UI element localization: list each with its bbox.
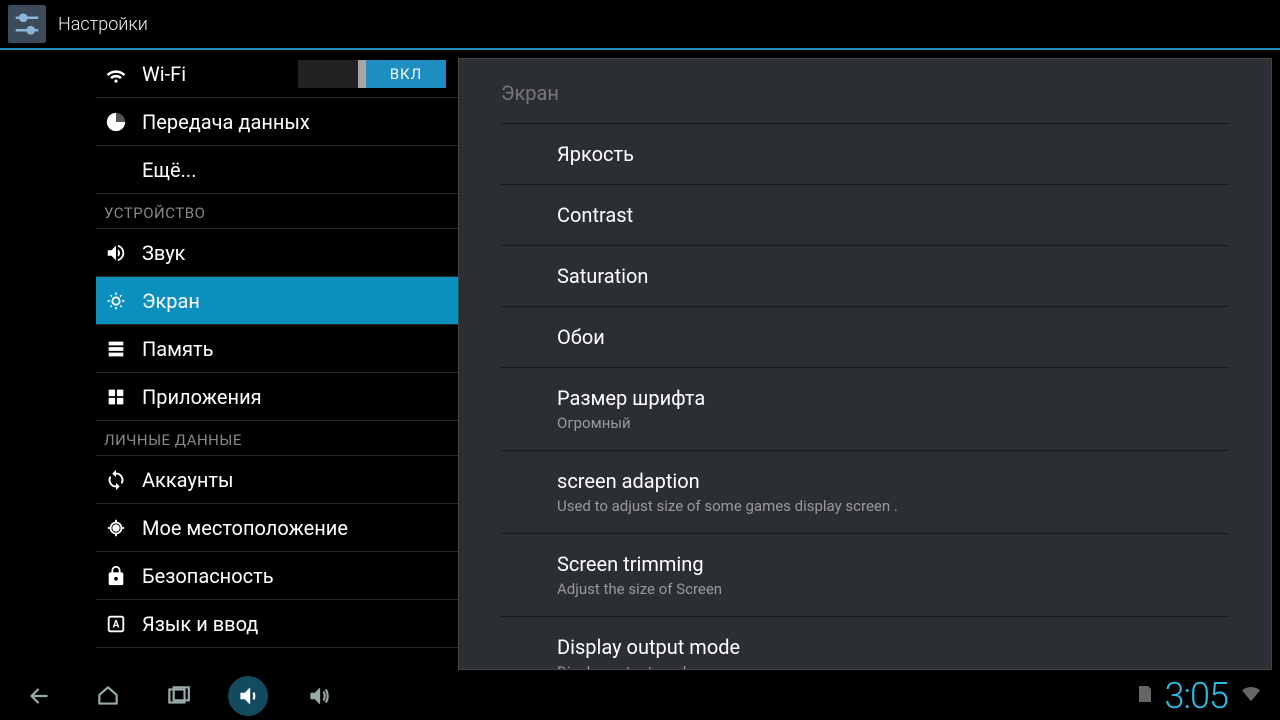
recent-button[interactable] bbox=[158, 676, 198, 716]
sound-icon bbox=[104, 241, 128, 265]
detail-item-adaption[interactable]: screen adaption Used to adjust size of s… bbox=[501, 451, 1229, 534]
blank-icon bbox=[104, 158, 128, 182]
home-button[interactable] bbox=[88, 676, 128, 716]
sync-icon bbox=[104, 468, 128, 492]
sidebar-item-label: Экран bbox=[142, 289, 450, 313]
sidebar-item-apps[interactable]: Приложения bbox=[96, 373, 458, 421]
detail-item-title: Display output mode bbox=[557, 635, 1173, 659]
sidebar-item-label: Передача данных bbox=[142, 110, 450, 134]
toggle-knob: ВКЛ bbox=[366, 60, 446, 88]
volume-down-button[interactable] bbox=[228, 676, 268, 716]
navigation-bar: 3:05 bbox=[0, 672, 1280, 720]
detail-item-output[interactable]: Display output mode Display output mode bbox=[501, 617, 1229, 670]
status-area[interactable]: 3:05 bbox=[1137, 675, 1270, 717]
detail-header: Экран bbox=[501, 59, 1229, 124]
detail-item-title: Screen trimming bbox=[557, 552, 1173, 576]
detail-item-trimming[interactable]: Screen trimming Adjust the size of Scree… bbox=[501, 534, 1229, 617]
data-usage-icon bbox=[104, 110, 128, 134]
detail-item-sub: Display output mode bbox=[557, 663, 1173, 670]
sidebar-item-label: Мое местоположение bbox=[142, 516, 450, 540]
detail-item-title: Размер шрифта bbox=[557, 386, 1173, 410]
sidebar-item-label: Язык и ввод bbox=[142, 612, 450, 636]
wifi-status-icon bbox=[1240, 685, 1262, 707]
detail-item-sub: Огромный bbox=[557, 414, 1173, 432]
sidebar-item-display[interactable]: Экран bbox=[96, 277, 458, 325]
detail-item-title: Saturation bbox=[557, 264, 1173, 288]
sidebar-item-label: Ещё... bbox=[142, 158, 450, 182]
sidebar-item-language[interactable]: A Язык и ввод bbox=[96, 600, 458, 648]
sidebar-item-label: Wi-Fi bbox=[142, 62, 284, 86]
sidebar-item-label: Звук bbox=[142, 241, 450, 265]
detail-item-contrast[interactable]: Contrast bbox=[501, 185, 1229, 246]
wifi-toggle[interactable]: ВКЛ bbox=[298, 60, 446, 88]
language-icon: A bbox=[104, 612, 128, 636]
sidebar-item-security[interactable]: Безопасность bbox=[96, 552, 458, 600]
sidebar-item-storage[interactable]: Память bbox=[96, 325, 458, 373]
app-title: Настройки bbox=[58, 14, 148, 35]
sidebar-item-sound[interactable]: Звук bbox=[96, 229, 458, 277]
settings-sidebar: Wi-Fi ВКЛ Передача данных Ещё... УСТРОЙС… bbox=[0, 50, 458, 670]
settings-app-icon bbox=[8, 5, 46, 43]
clock: 3:05 bbox=[1165, 675, 1228, 717]
section-device: УСТРОЙСТВО bbox=[96, 194, 458, 229]
sidebar-item-label: Безопасность bbox=[142, 564, 450, 588]
sidebar-item-location[interactable]: Мое местоположение bbox=[96, 504, 458, 552]
detail-item-title: Обои bbox=[557, 325, 1173, 349]
svg-text:A: A bbox=[113, 619, 120, 630]
back-button[interactable] bbox=[18, 676, 58, 716]
sidebar-item-label: Память bbox=[142, 337, 450, 361]
apps-icon bbox=[104, 385, 128, 409]
detail-item-wallpaper[interactable]: Обои bbox=[501, 307, 1229, 368]
detail-item-title: screen adaption bbox=[557, 469, 1173, 493]
display-icon bbox=[104, 289, 128, 313]
section-personal: ЛИЧНЫЕ ДАННЫЕ bbox=[96, 421, 458, 456]
detail-item-brightness[interactable]: Яркость bbox=[501, 124, 1229, 185]
detail-item-title: Contrast bbox=[557, 203, 1173, 227]
sidebar-item-data[interactable]: Передача данных bbox=[96, 98, 458, 146]
sidebar-item-label: Приложения bbox=[142, 385, 450, 409]
detail-item-sub: Used to adjust size of some games displa… bbox=[557, 497, 1173, 515]
detail-item-sub: Adjust the size of Screen bbox=[557, 580, 1173, 598]
detail-item-fontsize[interactable]: Размер шрифта Огромный bbox=[501, 368, 1229, 451]
storage-icon bbox=[104, 337, 128, 361]
detail-item-title: Яркость bbox=[557, 142, 1173, 166]
detail-panel: Экран Яркость Contrast Saturation Обои Р… bbox=[458, 58, 1272, 670]
lock-icon bbox=[104, 564, 128, 588]
volume-up-button[interactable] bbox=[298, 676, 338, 716]
sd-card-icon bbox=[1137, 684, 1153, 708]
sidebar-item-accounts[interactable]: Аккаунты bbox=[96, 456, 458, 504]
top-bar: Настройки bbox=[0, 0, 1280, 50]
sidebar-item-label: Аккаунты bbox=[142, 468, 450, 492]
sidebar-item-more[interactable]: Ещё... bbox=[96, 146, 458, 194]
sidebar-item-wifi[interactable]: Wi-Fi ВКЛ bbox=[96, 50, 458, 98]
wifi-icon bbox=[104, 62, 128, 86]
location-icon bbox=[104, 516, 128, 540]
main-content: Wi-Fi ВКЛ Передача данных Ещё... УСТРОЙС… bbox=[0, 50, 1280, 670]
detail-item-saturation[interactable]: Saturation bbox=[501, 246, 1229, 307]
nav-buttons bbox=[10, 676, 338, 716]
